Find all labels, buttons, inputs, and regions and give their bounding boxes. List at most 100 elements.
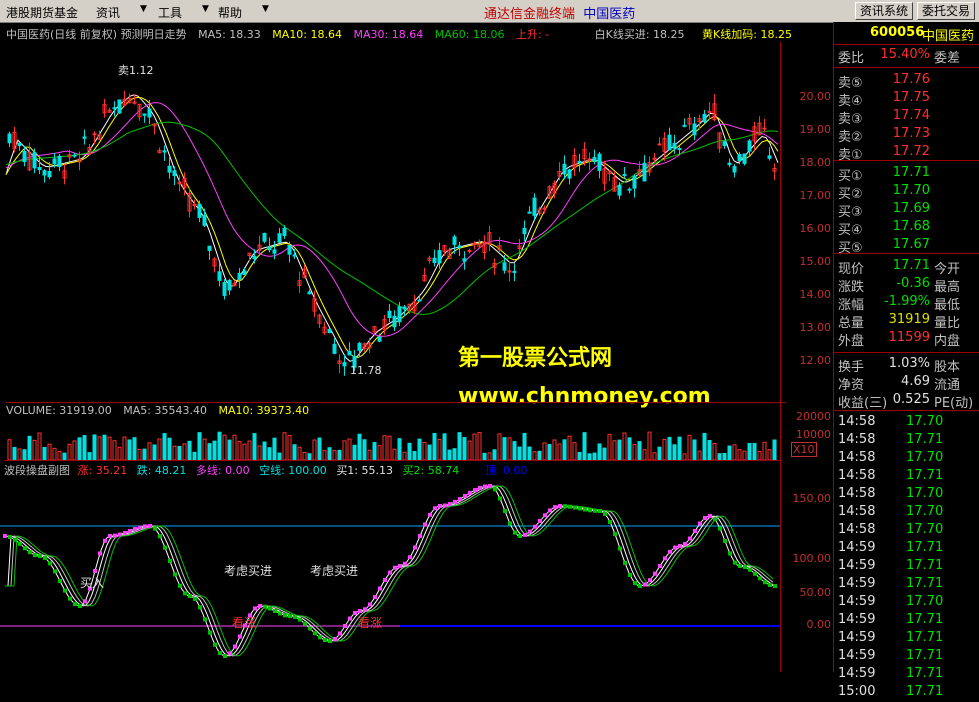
chevron-down-icon: ▼ bbox=[140, 4, 147, 14]
volume-bar bbox=[107, 436, 112, 460]
osc-marker bbox=[288, 614, 292, 618]
candle-body bbox=[242, 270, 247, 276]
volume-bar bbox=[382, 435, 387, 460]
volume-bar bbox=[727, 445, 732, 460]
osc-marker bbox=[558, 504, 562, 508]
bid-row: 买① 17.71 bbox=[838, 165, 930, 184]
osc-marker bbox=[608, 519, 612, 524]
candle-body bbox=[32, 152, 37, 169]
volume-bar bbox=[92, 434, 97, 460]
volume-bar bbox=[372, 441, 377, 460]
menu-item-tools[interactable]: 工具 bbox=[158, 4, 182, 21]
tick-row: 14:58 17.70 bbox=[838, 414, 944, 429]
volume-bar bbox=[542, 442, 547, 460]
axis-tick: 19.00 bbox=[799, 123, 832, 136]
osc-marker bbox=[68, 596, 72, 601]
volume-bar bbox=[212, 440, 217, 460]
candle-body bbox=[622, 173, 627, 176]
tick-row: 14:59 17.71 bbox=[838, 648, 944, 663]
news-system-button[interactable]: 资讯系统 bbox=[855, 2, 914, 20]
price-chart[interactable] bbox=[0, 42, 832, 402]
candle-body bbox=[377, 336, 382, 342]
volume-bar bbox=[767, 449, 772, 460]
osc-marker bbox=[463, 494, 467, 498]
high-annotation: 卖1.12 bbox=[118, 64, 154, 77]
candle-body bbox=[307, 291, 312, 295]
stat-row: 净资 4.69 流通 bbox=[838, 374, 961, 393]
volume-bar bbox=[342, 440, 347, 460]
candle-body bbox=[722, 141, 727, 147]
volume-chart[interactable] bbox=[0, 416, 780, 460]
volume-bar bbox=[387, 435, 392, 460]
osc-marker bbox=[538, 519, 542, 523]
volume-bar bbox=[67, 443, 72, 460]
osc-axis: 150.00 100.00 50.00 0.00 bbox=[780, 460, 833, 672]
osc-marker bbox=[773, 584, 777, 588]
candle-body bbox=[632, 175, 637, 189]
osc-marker bbox=[303, 621, 307, 626]
volume-bar bbox=[707, 440, 712, 460]
volume-bar bbox=[177, 445, 182, 460]
bid-row: 买③ 17.69 bbox=[838, 201, 930, 220]
volume-bar bbox=[402, 451, 407, 460]
axis-tick: 16.00 bbox=[799, 222, 832, 235]
volume-legend: VOLUME: 31919.00 MA5: 35543.40 MA10: 393… bbox=[6, 402, 786, 417]
osc-marker bbox=[428, 512, 432, 517]
candle-body bbox=[567, 169, 572, 179]
osc-marker bbox=[343, 624, 347, 628]
ma-line bbox=[5, 102, 779, 337]
volume-bar bbox=[247, 440, 252, 460]
volume-bar bbox=[622, 432, 627, 460]
volume-bar bbox=[617, 439, 622, 460]
osc-marker bbox=[253, 606, 257, 611]
stat-row: 总量 31919 量比 bbox=[838, 312, 961, 331]
osc-marker bbox=[763, 580, 767, 585]
osc-marker bbox=[533, 524, 537, 529]
candle-body bbox=[437, 250, 442, 264]
axis-tick: 150.00 bbox=[792, 492, 832, 505]
osc-marker bbox=[98, 551, 102, 556]
osc-marker bbox=[563, 504, 567, 509]
osc-marker bbox=[718, 526, 722, 531]
osc-marker bbox=[273, 609, 277, 613]
volume-bar bbox=[412, 451, 417, 460]
volume-bar bbox=[32, 439, 37, 460]
osc-marker bbox=[653, 571, 657, 576]
osc-marker bbox=[738, 564, 742, 568]
axis-tick: 20.00 bbox=[799, 90, 832, 103]
tick-row: 14:58 17.70 bbox=[838, 504, 944, 519]
trade-button[interactable]: 委托交易 bbox=[917, 2, 976, 20]
tick-row: 14:58 17.70 bbox=[838, 450, 944, 465]
candle-body bbox=[267, 246, 272, 251]
menu-item-hk-futures[interactable]: 港股期货基金 bbox=[6, 4, 78, 21]
osc-marker bbox=[238, 634, 242, 639]
menu-item-help[interactable]: 帮助 bbox=[218, 4, 242, 21]
osc-marker bbox=[158, 534, 162, 539]
volume-bar bbox=[667, 436, 672, 460]
osc-marker bbox=[668, 549, 672, 554]
candle-body bbox=[742, 153, 747, 164]
volume-bar bbox=[57, 450, 62, 460]
chart-area[interactable]: 中国医药(日线 前复权) 预测明日走势 MA5: 18.33 MA10: 18.… bbox=[0, 22, 832, 672]
oscillator-chart[interactable] bbox=[0, 474, 780, 672]
osc-marker bbox=[528, 529, 532, 534]
volume-bar bbox=[127, 439, 132, 460]
tick-row: 14:59 17.71 bbox=[838, 666, 944, 681]
volume-bar bbox=[352, 444, 357, 460]
candle-body bbox=[262, 232, 267, 242]
osc-marker bbox=[33, 553, 37, 558]
axis-tick: 20000 bbox=[796, 410, 831, 423]
volume-bar bbox=[437, 438, 442, 460]
candle-body bbox=[57, 155, 62, 167]
price-legend: 中国医药(日线 前复权) 预测明日走势 MA5: 18.33 MA10: 18.… bbox=[6, 28, 792, 41]
candle-body bbox=[82, 136, 87, 139]
osc-marker bbox=[363, 607, 367, 612]
volume-bar bbox=[657, 446, 662, 460]
menu-item-news[interactable]: 资讯 bbox=[96, 4, 120, 21]
osc-marker bbox=[458, 497, 462, 502]
candle-body bbox=[747, 140, 752, 152]
osc-marker bbox=[723, 539, 727, 543]
weibi-row: 委比 15.40% 委差 bbox=[838, 47, 961, 66]
osc-marker bbox=[673, 545, 677, 550]
volume-bar bbox=[672, 444, 677, 460]
